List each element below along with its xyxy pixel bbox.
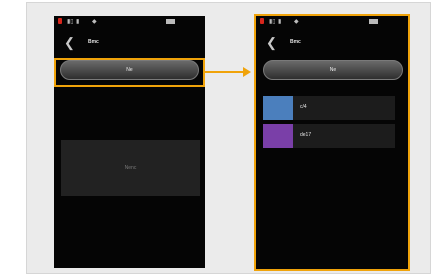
color-swatch [263, 96, 293, 120]
highlight-box [54, 58, 205, 87]
phone-screen-before: ▮▯ ▮ ◆ ❮ Bmc Ne Nenc [54, 16, 205, 268]
back-arrow-icon[interactable]: ❮ [64, 36, 75, 50]
page-title: Bmc [88, 39, 99, 45]
title-bar: ❮ Bmc [256, 34, 408, 56]
empty-state: Nenc [61, 140, 200, 196]
battery-icon [166, 19, 175, 24]
phone-screen-after: ▮▯ ▮ ◆ ❮ Bmc Ne c/4 de17 [254, 14, 410, 271]
back-arrow-icon[interactable]: ❮ [266, 36, 277, 50]
title-bar: ❮ Bmc [54, 34, 205, 56]
signal-icon: ▮▯ [269, 19, 276, 25]
signal-icon: ▮▯ [67, 19, 74, 25]
list-item-label: de17 [300, 132, 312, 138]
list-item-label: c/4 [300, 104, 307, 110]
arrow-connector [205, 71, 243, 73]
color-swatch [263, 124, 293, 148]
data-icon: ▮ [278, 19, 282, 25]
sim-alert-icon [58, 18, 62, 24]
sim-alert-icon [260, 18, 264, 24]
arrow-head-icon [243, 67, 251, 77]
status-bar: ▮▯ ▮ ◆ [54, 16, 205, 28]
status-bar: ▮▯ ▮ ◆ [256, 16, 408, 28]
page-title: Bmc [290, 39, 301, 45]
battery-icon [369, 19, 378, 24]
wifi-icon: ◆ [294, 19, 299, 25]
data-icon: ▮ [76, 19, 80, 25]
new-button[interactable]: Ne [263, 60, 403, 80]
list-item[interactable]: c/4 [263, 96, 395, 120]
list-item[interactable]: de17 [263, 124, 395, 148]
wifi-icon: ◆ [92, 19, 97, 25]
